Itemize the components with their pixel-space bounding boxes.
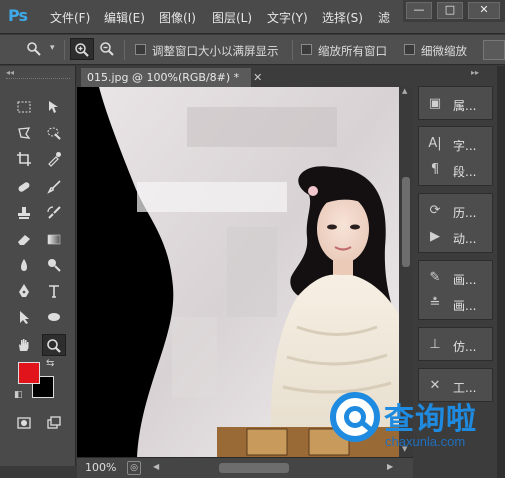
history-icon: ⟳	[429, 203, 441, 218]
hand-tool-icon[interactable]	[12, 334, 36, 356]
window-controls: — □ ✕	[403, 0, 505, 22]
status-bar: 100% ◎ ◀ ▶	[77, 457, 413, 478]
quick-mask-icon[interactable]	[12, 412, 36, 434]
panel-paragraph[interactable]: ¶ 段...	[419, 158, 494, 182]
menu-bar: Ps 文件(F) 编辑(E) 图像(I) 图层(L) 文字(Y) 选择(S) 滤…	[0, 0, 505, 34]
panel-properties[interactable]: ▣ 属...	[419, 92, 494, 116]
panel-character[interactable]: A| 字...	[419, 132, 494, 156]
menu-file[interactable]: 文件(F)	[50, 9, 90, 26]
preset-dropdown-arrow-icon[interactable]: ▾	[50, 43, 55, 53]
zoom-tool-preset-icon[interactable]	[22, 38, 46, 60]
options-bar: ▾ 调整窗口大小以满屏显示 缩放所有窗口 细微缩放	[0, 35, 505, 65]
properties-icon: ▣	[428, 96, 442, 111]
type-tool-icon[interactable]	[42, 280, 66, 302]
expand-panels-icon[interactable]: ▸▸	[471, 68, 479, 77]
lasso-tool-icon[interactable]	[12, 122, 36, 144]
scrubby-zoom-checkbox[interactable]	[404, 44, 415, 55]
ellipse-tool-icon[interactable]	[42, 306, 66, 328]
scroll-right-arrow-icon[interactable]: ▶	[387, 462, 393, 471]
horizontal-scroll-thumb[interactable]	[219, 463, 289, 473]
document-tab[interactable]: 015.jpg @ 100%(RGB/8#) * ✕	[81, 68, 262, 87]
collapse-arrows-icon[interactable]: ◂◂	[6, 68, 14, 77]
actions-icon: ▶	[430, 229, 440, 244]
watermark-brand: 查询啦	[384, 402, 477, 437]
panel-brush-presets[interactable]: ≛ 画...	[419, 292, 494, 316]
menu-edit[interactable]: 编辑(E)	[104, 9, 145, 26]
marquee-tool-icon[interactable]	[12, 96, 36, 118]
move-tool-icon[interactable]	[42, 96, 66, 118]
panel-group-properties: ▣ 属...	[418, 86, 493, 120]
scrubby-zoom-label: 细微缩放	[421, 44, 467, 58]
pen-tool-icon[interactable]	[12, 280, 36, 302]
panel-paragraph-label: 段...	[453, 165, 477, 179]
swap-colors-icon[interactable]: ⇆	[46, 358, 54, 369]
panel-actions[interactable]: ▶ 动...	[419, 225, 494, 249]
menu-layer[interactable]: 图层(L)	[212, 9, 252, 26]
foreground-color-swatch[interactable]	[18, 362, 40, 384]
maximize-button[interactable]: □	[437, 2, 463, 19]
scroll-up-arrow-icon[interactable]: ▲	[402, 87, 407, 95]
close-tab-icon[interactable]: ✕	[253, 71, 262, 84]
panel-clone-source-label: 仿...	[453, 340, 477, 354]
document-info-icon[interactable]: ◎	[127, 461, 141, 475]
zoom-level[interactable]: 100%	[85, 461, 116, 474]
menu-image[interactable]: 图像(I)	[159, 9, 196, 26]
gradient-tool-icon[interactable]	[42, 228, 66, 250]
panel-group-history: ⟳ 历... ▶ 动...	[418, 193, 493, 253]
close-button[interactable]: ✕	[468, 2, 500, 19]
minimize-button[interactable]: —	[406, 2, 432, 19]
menu-select[interactable]: 选择(S)	[322, 9, 363, 26]
panel-actions-label: 动...	[453, 232, 477, 246]
character-icon: A|	[428, 136, 442, 151]
panel-history[interactable]: ⟳ 历...	[419, 199, 494, 223]
healing-brush-tool-icon[interactable]	[12, 176, 36, 198]
paragraph-icon: ¶	[430, 162, 440, 177]
history-brush-tool-icon[interactable]	[42, 202, 66, 224]
chaxunla-logo-q-icon	[330, 392, 380, 442]
photoshop-logo: Ps	[8, 6, 28, 25]
options-overflow-button[interactable]	[483, 40, 505, 60]
menu-type[interactable]: 文字(Y)	[267, 9, 308, 26]
path-selection-tool-icon[interactable]	[12, 306, 36, 328]
screen-mode-icon[interactable]	[42, 412, 66, 434]
zoom-out-icon[interactable]	[95, 38, 119, 60]
brush-icon: ✎	[429, 270, 441, 285]
eyedropper-tool-icon[interactable]	[42, 148, 66, 170]
panel-group-type: A| 字... ¶ 段...	[418, 126, 493, 186]
eraser-tool-icon[interactable]	[12, 228, 36, 250]
resize-windows-label: 调整窗口大小以满屏显示	[152, 44, 279, 58]
brush-tool-icon[interactable]	[42, 176, 66, 198]
panel-properties-label: 属...	[453, 99, 477, 113]
zoom-all-windows-checkbox[interactable]	[301, 44, 312, 55]
panel-clone-source[interactable]: ⊥ 仿...	[419, 333, 494, 357]
panel-character-label: 字...	[453, 139, 477, 153]
panel-group-clone: ⊥ 仿...	[418, 327, 493, 361]
dock-edge	[497, 66, 505, 478]
vertical-scroll-thumb[interactable]	[402, 177, 410, 267]
panel-brush[interactable]: ✎ 画...	[419, 266, 494, 290]
resize-windows-checkbox[interactable]	[135, 44, 146, 55]
watermark-url: chaxunla.com	[385, 434, 466, 449]
menu-filter[interactable]: 滤	[378, 9, 390, 26]
document-tab-title: 015.jpg @ 100%(RGB/8#) *	[87, 71, 240, 84]
tools-panel: ◂◂ ⇆ ◧	[0, 66, 76, 466]
blur-tool-icon[interactable]	[12, 254, 36, 276]
brush-presets-icon: ≛	[429, 296, 441, 311]
quick-selection-tool-icon[interactable]	[42, 122, 66, 144]
panel-history-label: 历...	[453, 206, 477, 220]
panel-group-brush: ✎ 画... ≛ 画...	[418, 260, 493, 320]
document-tab-bar: 015.jpg @ 100%(RGB/8#) * ✕	[77, 66, 413, 87]
dodge-tool-icon[interactable]	[42, 254, 66, 276]
zoom-all-windows-label: 缩放所有窗口	[318, 44, 387, 58]
scroll-left-arrow-icon[interactable]: ◀	[153, 462, 159, 471]
clone-source-icon: ⊥	[429, 337, 441, 352]
crop-tool-icon[interactable]	[12, 148, 36, 170]
zoom-tool-icon[interactable]	[42, 334, 66, 356]
default-colors-icon[interactable]: ◧	[14, 390, 23, 400]
panel-brush-presets-label: 画...	[453, 299, 477, 313]
zoom-in-icon[interactable]	[70, 38, 94, 60]
tool-presets-icon: ✕	[429, 378, 441, 393]
panel-brush-label: 画...	[453, 273, 477, 287]
clone-stamp-tool-icon[interactable]	[12, 202, 36, 224]
